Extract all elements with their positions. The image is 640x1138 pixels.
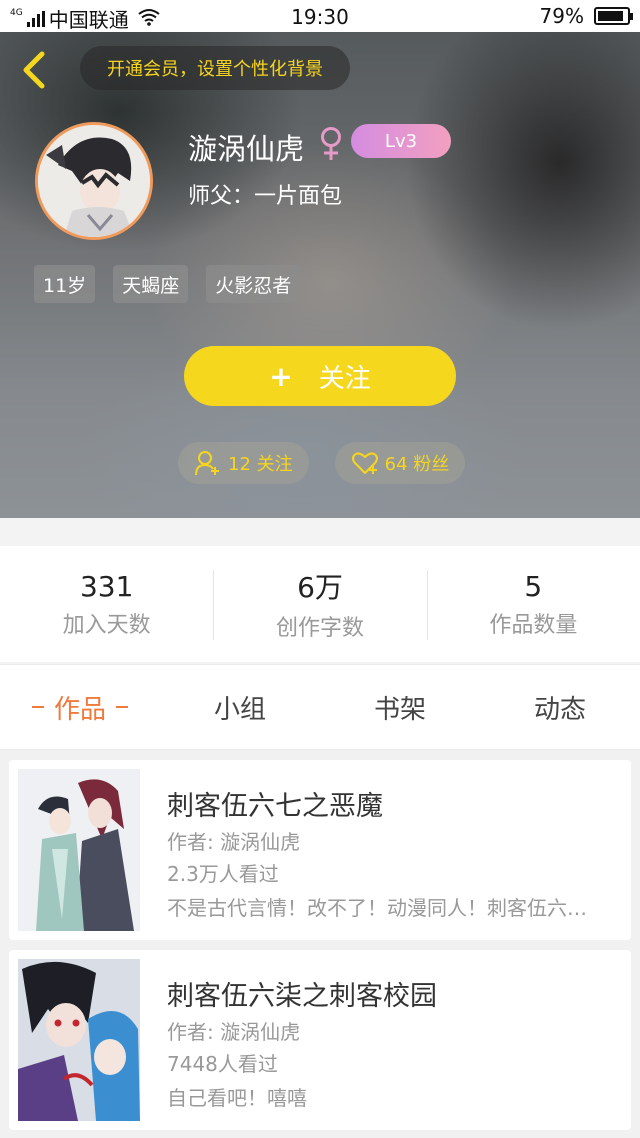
stat-value: 6万 — [297, 571, 343, 604]
female-icon — [321, 127, 341, 160]
follow-button[interactable]: + 关注 — [184, 346, 456, 406]
following-count: 12 关注 — [228, 454, 293, 475]
work-description: 自己看吧！嘻嘻 — [167, 1086, 307, 1110]
tab-label: 小组 — [213, 694, 266, 725]
work-views: 7448人看过 — [167, 1052, 278, 1076]
tab-label: 作品 — [53, 694, 106, 725]
profile-header: 开通会员，设置个性化背景 漩涡仙虎 Lv3 师父：一片面包 11岁 天蝎座 火影… — [0, 32, 640, 518]
work-card[interactable]: 刺客伍六七之恶魔 作者: 漩涡仙虎 2.3万人看过 不是古代言情！改不了！动漫同… — [9, 760, 631, 940]
status-bar: 4G 中国联通 19:30 79% — [0, 0, 640, 32]
work-cover — [18, 959, 140, 1121]
tab-label: 动态 — [533, 694, 586, 725]
battery-percent: 79% — [539, 4, 584, 28]
user-follow-icon — [195, 451, 219, 476]
tab-activity[interactable]: 动态 — [480, 665, 640, 749]
stat-value: 5 — [524, 569, 543, 603]
work-title: 刺客伍六七之恶魔 — [167, 791, 383, 822]
back-icon — [23, 51, 45, 89]
nickname: 漩涡仙虎 — [188, 132, 305, 166]
stat-works: 5 作品数量 — [426, 546, 640, 662]
battery-icon — [594, 7, 633, 25]
active-indicator — [116, 706, 128, 708]
tag-zodiac: 天蝎座 — [113, 265, 189, 303]
stat-label: 作品数量 — [489, 612, 578, 638]
work-author: 作者: 漩涡仙虎 — [167, 1020, 301, 1044]
profile-tabs: 作品 小组 书架 动态 — [0, 664, 640, 750]
master-label[interactable]: 师父：一片面包 — [188, 178, 342, 210]
profile-tags: 11岁 天蝎座 火影忍者 — [34, 265, 301, 303]
work-card[interactable]: 刺客伍六柒之刺客校园 作者: 漩涡仙虎 7448人看过 自己看吧！嘻嘻 — [9, 950, 631, 1130]
tab-works[interactable]: 作品 — [0, 665, 160, 749]
active-indicator — [31, 706, 44, 708]
heart-icon — [351, 452, 378, 474]
social-counts: 12 关注 64 粉丝 — [178, 442, 466, 484]
stat-value: 331 — [79, 569, 134, 603]
stat-days: 331 加入天数 — [0, 546, 213, 662]
stat-label: 创作字数 — [275, 616, 364, 641]
tab-groups[interactable]: 小组 — [160, 665, 320, 749]
vip-background-prompt[interactable]: 开通会员，设置个性化背景 — [80, 46, 350, 90]
work-views: 2.3万人看过 — [167, 862, 279, 886]
stats-bar: 331 加入天数 6万 创作字数 5 作品数量 — [0, 546, 640, 662]
work-author: 作者: 漩涡仙虎 — [167, 830, 301, 854]
stat-label: 加入天数 — [62, 612, 151, 638]
level-badge: Lv3 — [351, 124, 451, 158]
work-title: 刺客伍六柒之刺客校园 — [167, 981, 437, 1012]
fans-count-button[interactable]: 64 粉丝 — [334, 442, 466, 484]
stat-words: 6万 创作字数 — [213, 546, 426, 662]
follow-button-label: 关注 — [318, 363, 371, 394]
back-button[interactable] — [14, 48, 54, 92]
work-description: 不是古代言情！改不了！动漫同人！刺客伍六… — [167, 896, 587, 920]
work-cover — [18, 769, 140, 931]
tab-bookshelf[interactable]: 书架 — [320, 665, 480, 749]
tag-age: 11岁 — [34, 265, 96, 303]
tag-interest: 火影忍者 — [206, 265, 301, 303]
works-list: 刺客伍六七之恶魔 作者: 漩涡仙虎 2.3万人看过 不是古代言情！改不了！动漫同… — [0, 750, 640, 1138]
avatar[interactable] — [35, 122, 153, 240]
tab-label: 书架 — [373, 694, 426, 725]
plus-icon: + — [269, 359, 293, 393]
fans-count: 64 粉丝 — [384, 454, 450, 475]
following-count-button[interactable]: 12 关注 — [178, 442, 309, 484]
status-right: 79% — [539, 4, 633, 28]
